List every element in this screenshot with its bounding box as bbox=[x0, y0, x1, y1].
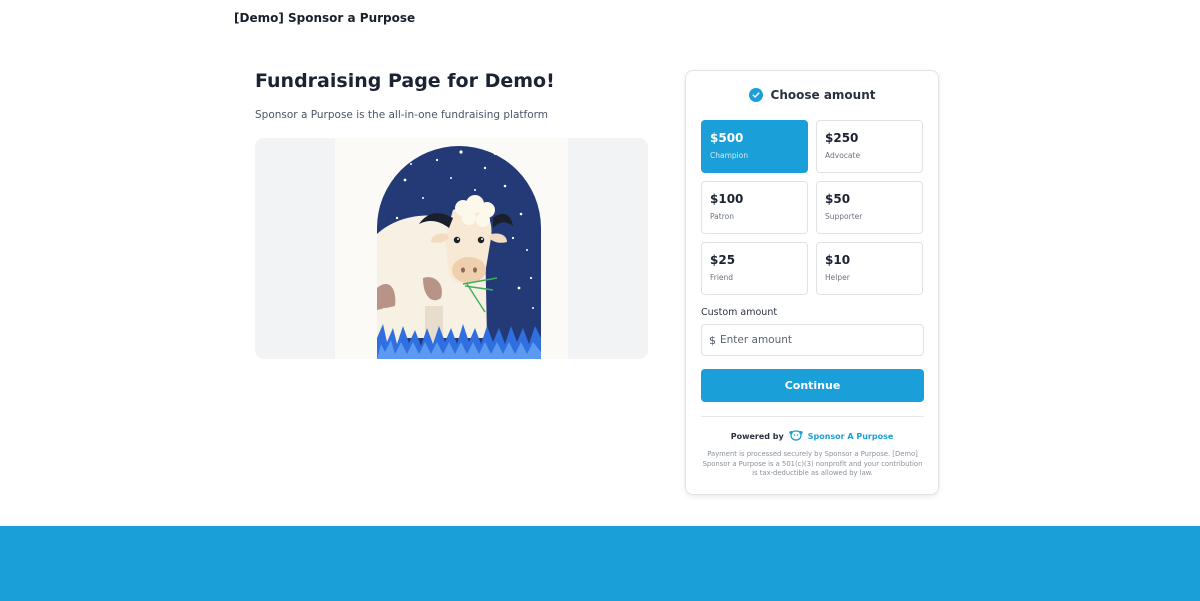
amount-tier-grid: $500 Champion $250 Advocate $100 Patron … bbox=[701, 120, 924, 295]
tier-name: Helper bbox=[825, 273, 850, 282]
page-title: Fundraising Page for Demo! bbox=[255, 70, 555, 92]
check-circle-icon bbox=[748, 88, 763, 102]
brand-link[interactable]: Sponsor A Purpose bbox=[808, 432, 894, 441]
tier-500-option[interactable]: $500 Champion bbox=[701, 120, 808, 173]
footer-band bbox=[0, 526, 1200, 601]
tier-amount: $10 bbox=[825, 253, 851, 267]
tier-amount: $500 bbox=[710, 131, 744, 145]
brand-logo-icon bbox=[789, 430, 803, 443]
tier-amount: $50 bbox=[825, 192, 851, 206]
powered-by-label: Powered by bbox=[730, 432, 784, 441]
tier-name: Supporter bbox=[825, 212, 863, 221]
custom-amount-input[interactable] bbox=[720, 334, 910, 346]
tier-250-option[interactable]: $250 Advocate bbox=[816, 120, 923, 173]
tier-50-option[interactable]: $50 Supporter bbox=[816, 181, 923, 234]
tier-name: Friend bbox=[710, 273, 734, 282]
page-subtitle: Sponsor a Purpose is the all-in-one fund… bbox=[255, 109, 548, 121]
tier-name: Advocate bbox=[825, 151, 861, 160]
legal-disclaimer: Payment is processed securely by Sponsor… bbox=[702, 450, 923, 477]
tier-100-option[interactable]: $100 Patron bbox=[701, 181, 808, 234]
tier-amount: $100 bbox=[710, 192, 744, 206]
tier-amount: $250 bbox=[825, 131, 859, 145]
divider bbox=[701, 416, 924, 417]
cow-illustration bbox=[335, 138, 568, 359]
currency-symbol: $ bbox=[709, 333, 716, 347]
continue-button[interactable]: Continue bbox=[701, 369, 924, 402]
campaign-image-frame bbox=[255, 138, 648, 359]
site-title[interactable]: [Demo] Sponsor a Purpose bbox=[234, 11, 415, 25]
tier-10-option[interactable]: $10 Helper bbox=[816, 242, 923, 295]
custom-amount-field[interactable]: $ bbox=[701, 324, 924, 356]
custom-amount-label: Custom amount bbox=[701, 307, 778, 318]
donation-card: Choose amount $500 Champion $250 Advocat… bbox=[685, 70, 939, 495]
tier-name: Champion bbox=[710, 151, 749, 160]
tier-25-option[interactable]: $25 Friend bbox=[701, 242, 808, 295]
tier-amount: $25 bbox=[710, 253, 736, 267]
powered-by: Powered by Sponsor A Purpose bbox=[686, 430, 938, 443]
tier-name: Patron bbox=[710, 212, 734, 221]
choose-amount-header: Choose amount bbox=[686, 88, 938, 102]
choose-amount-heading: Choose amount bbox=[770, 88, 876, 102]
